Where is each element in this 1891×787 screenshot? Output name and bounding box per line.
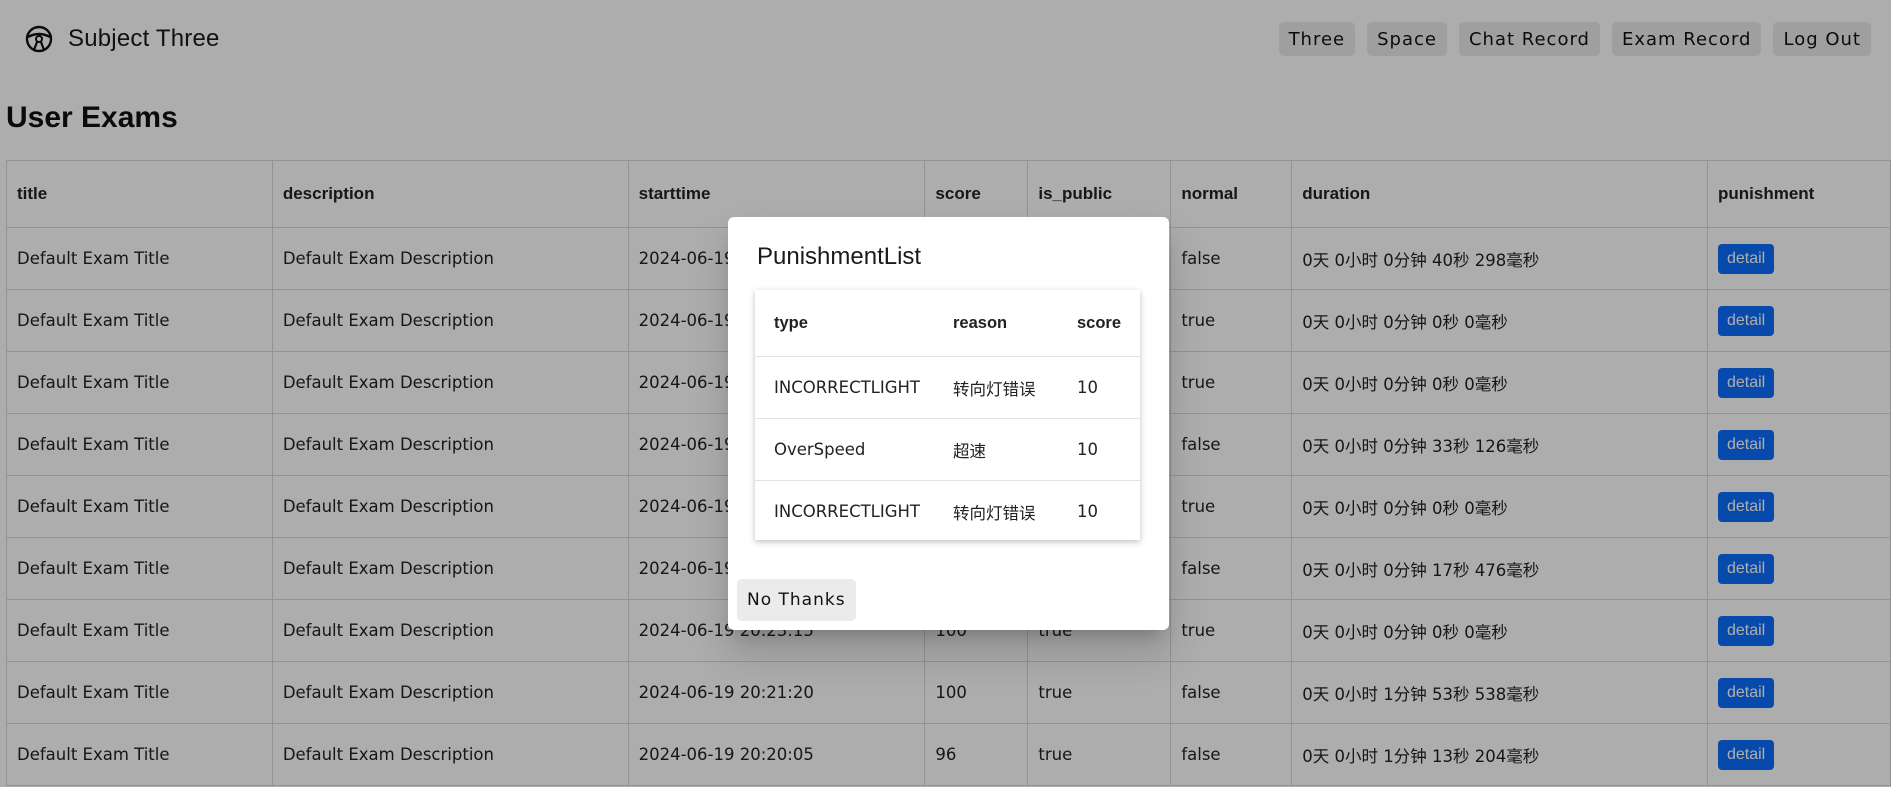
cell-reason: 超速	[934, 418, 1058, 481]
cell-reason: 转向灯错误	[953, 503, 1036, 523]
cell-score: 10	[1077, 502, 1098, 521]
cell-score: 10	[1058, 418, 1140, 481]
cell-reason: 转向灯错误	[934, 356, 1058, 419]
column-header-type: type	[755, 290, 934, 357]
punishment-header-row: type reason score	[755, 290, 1140, 357]
dialog-title: PunishmentList	[757, 243, 922, 270]
cell-type: INCORRECTLIGHT	[774, 502, 921, 521]
punishment-row: INCORRECTLIGHT 转向灯错误 10	[755, 356, 1140, 419]
punishment-row: INCORRECTLIGHT 转向灯错误 10	[755, 481, 1140, 541]
cell-type: INCORRECTLIGHT	[755, 356, 934, 419]
column-header-reason: reason	[934, 290, 1058, 357]
cell-score: 10	[1058, 356, 1140, 419]
punishment-table-card: type reason score INCORRECTLIGHT 转向灯错误 1…	[755, 290, 1140, 540]
punishment-row: OverSpeed 超速 10	[755, 418, 1140, 481]
column-header-score: score	[1058, 290, 1140, 357]
no-thanks-button[interactable]: No Thanks	[737, 579, 856, 621]
punishment-table: type reason score INCORRECTLIGHT 转向灯错误 1…	[755, 290, 1140, 540]
punishment-dialog: PunishmentList type reason score INCORRE…	[728, 217, 1169, 630]
cell-type: OverSpeed	[755, 418, 934, 481]
